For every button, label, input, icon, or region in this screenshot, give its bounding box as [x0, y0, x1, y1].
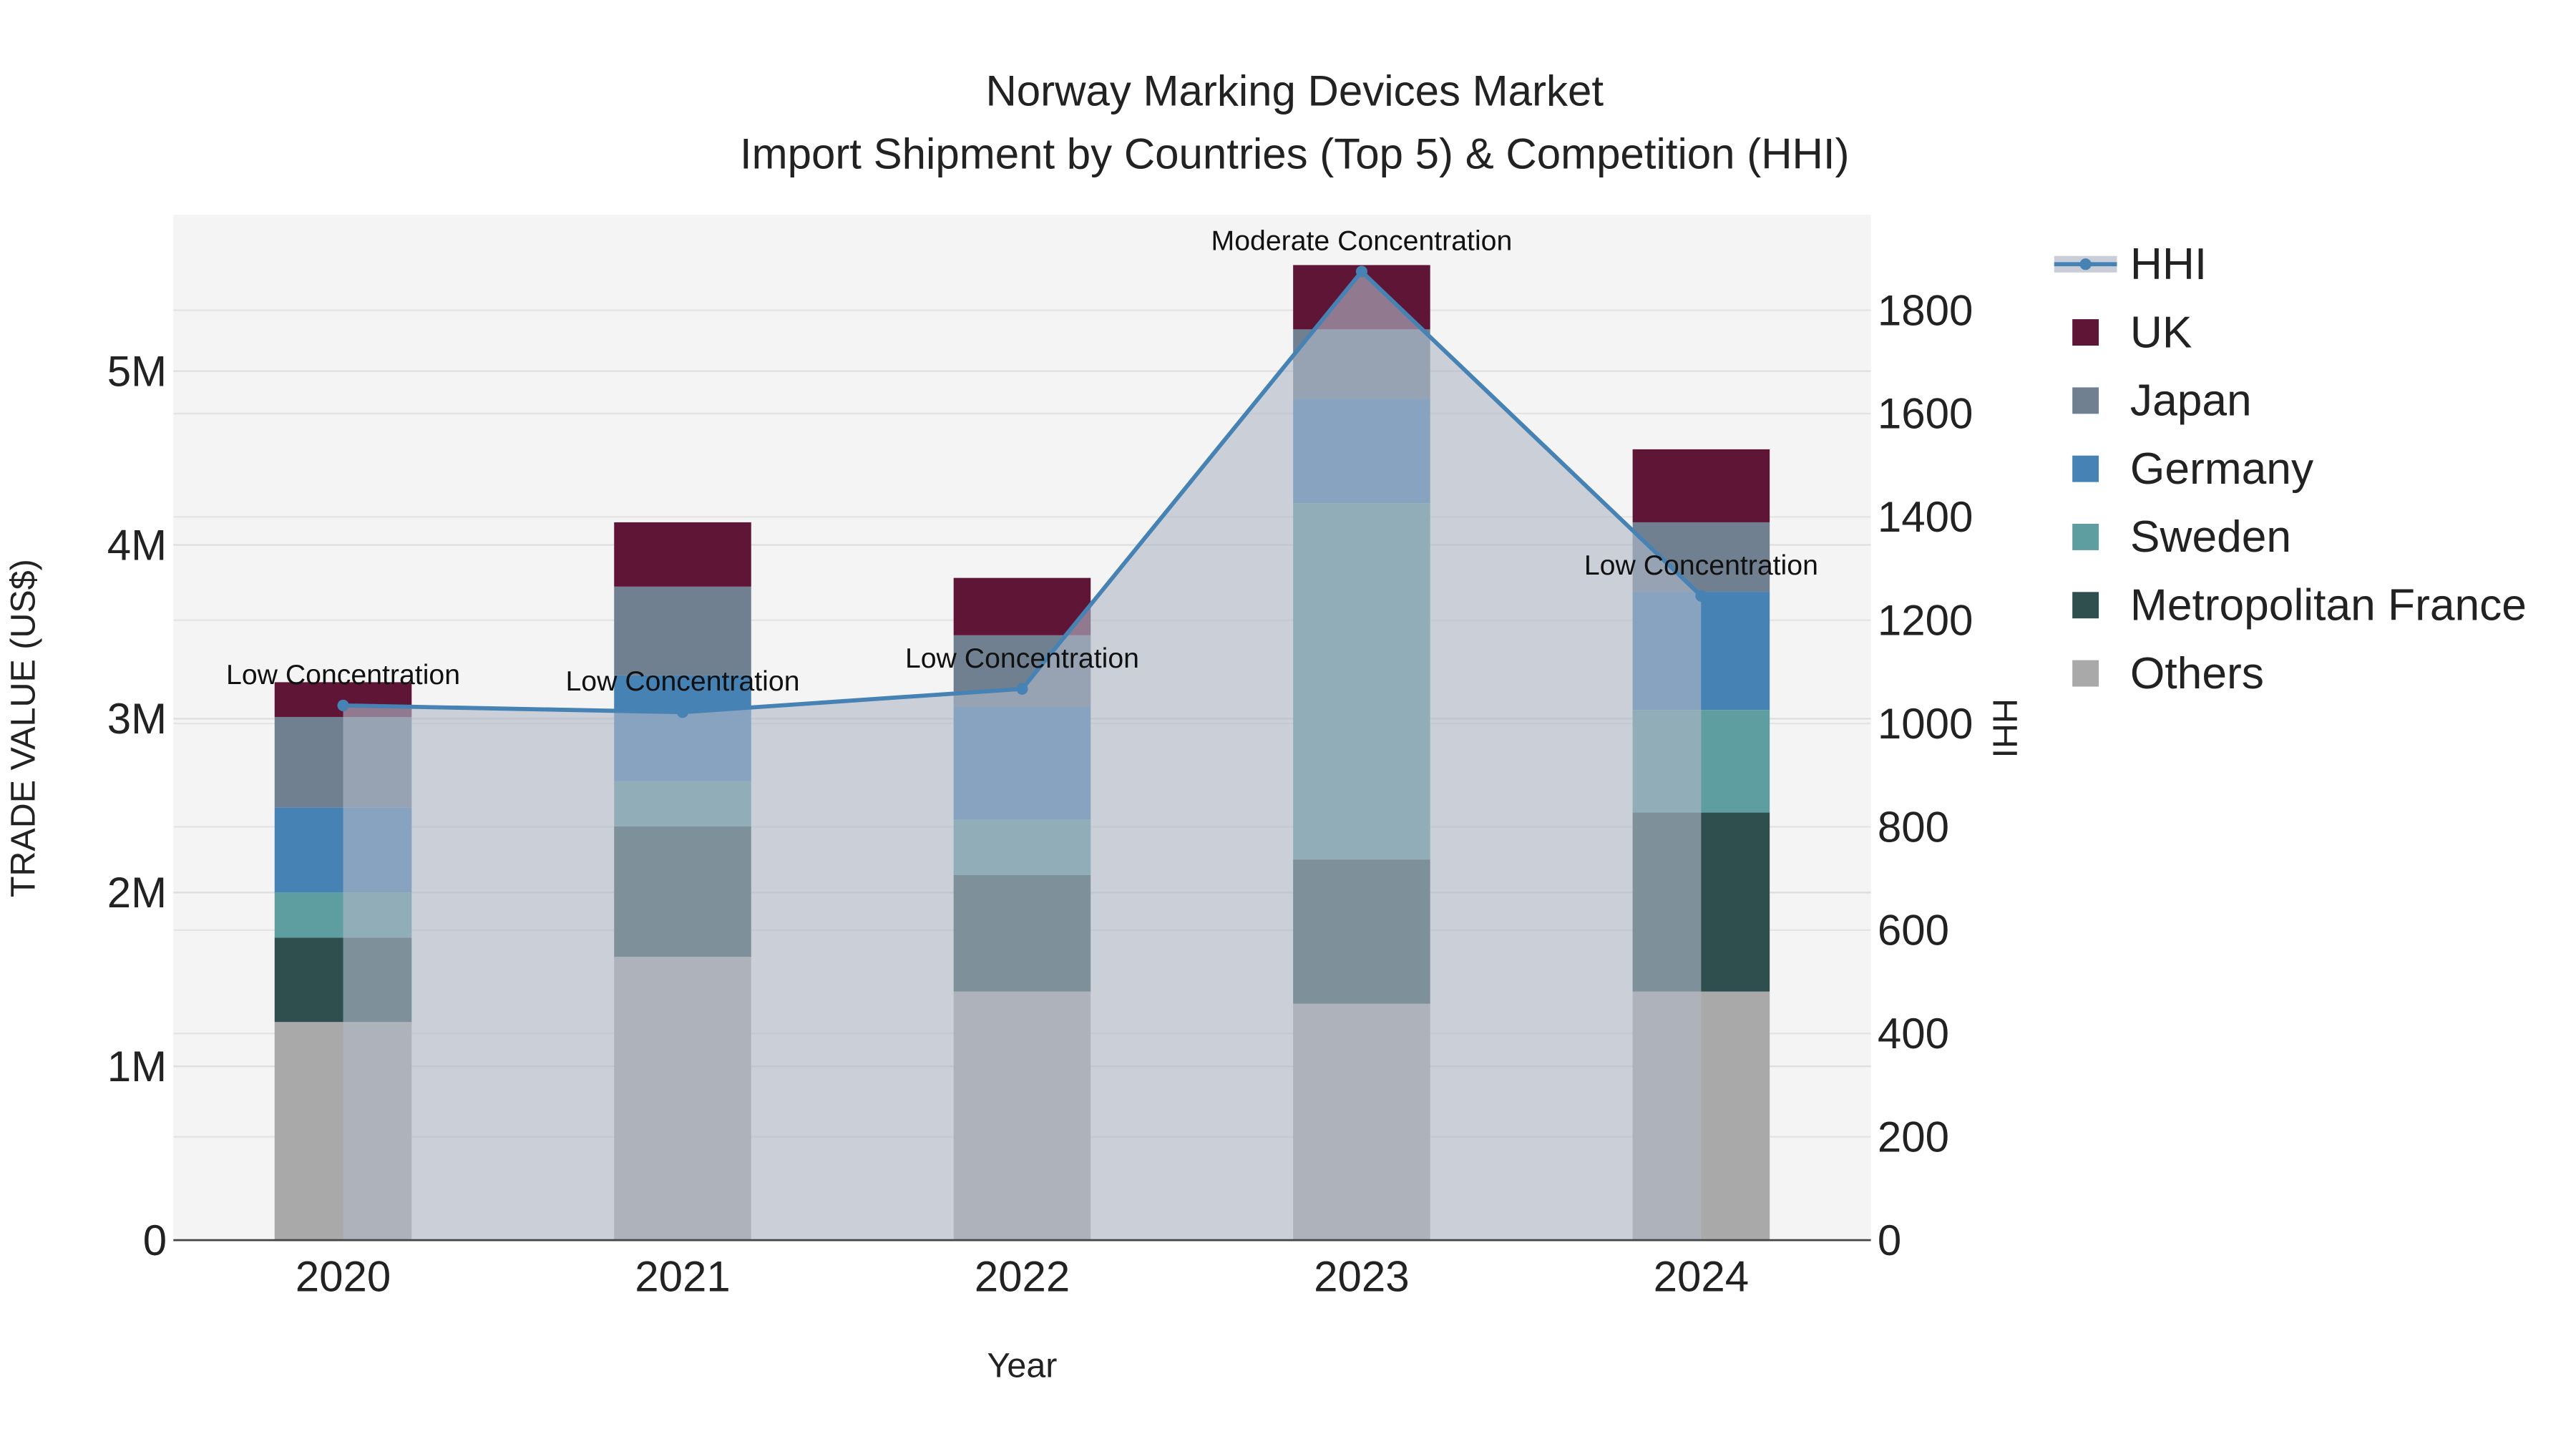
legend-swatch: [2072, 660, 2099, 687]
hhi-annotation: Low Concentration: [565, 665, 799, 697]
y2-tick-label: 1400: [1878, 493, 1973, 541]
y2-tick-label: 600: [1878, 907, 1949, 955]
hhi-point: [676, 706, 689, 718]
legend-label: Germany: [2130, 444, 2314, 494]
y2-tick-label: 200: [1878, 1113, 1949, 1161]
x-tick-label: 2024: [1654, 1253, 1749, 1301]
y2-axis-label: HHI: [1985, 698, 2024, 758]
x-tick-label: 2021: [635, 1253, 730, 1301]
bar-japan: [614, 586, 751, 675]
legend-hhi-marker: [2079, 258, 2092, 270]
legend-label: HHI: [2130, 240, 2207, 289]
legend-label: UK: [2130, 308, 2192, 357]
chart: Norway Marking Devices Market Import Shi…: [4, 67, 2527, 1385]
y2-tick-label: 1600: [1878, 390, 1973, 438]
y-axis-label: TRADE VALUE (US$): [4, 559, 42, 897]
bar-uk: [1632, 449, 1770, 522]
legend-label: Metropolitan France: [2130, 581, 2527, 630]
legend-swatch: [2072, 455, 2099, 482]
y-tick-label: 2M: [107, 869, 167, 917]
hhi-point: [337, 699, 349, 711]
y2-tick-label: 0: [1878, 1216, 1901, 1264]
y-tick-label: 3M: [107, 695, 167, 743]
legend-swatch: [2072, 592, 2099, 619]
y2-tick-label: 1200: [1878, 597, 1973, 645]
y-tick-label: 5M: [107, 347, 167, 395]
x-tick-label: 2020: [296, 1253, 391, 1301]
hhi-annotation: Low Concentration: [905, 643, 1139, 674]
legend-swatch: [2072, 387, 2099, 414]
y2-tick-label: 400: [1878, 1010, 1949, 1058]
bar-uk: [614, 522, 751, 587]
legend-swatch: [2072, 524, 2099, 550]
hhi-point: [1016, 683, 1028, 695]
y-tick-label: 1M: [107, 1043, 167, 1091]
hhi-annotation: Moderate Concentration: [1211, 225, 1513, 256]
hhi-point: [1695, 590, 1707, 602]
y-tick-label: 0: [143, 1216, 167, 1264]
x-tick-label: 2022: [975, 1253, 1070, 1301]
x-tick-label: 2023: [1314, 1253, 1409, 1301]
hhi-annotation: Low Concentration: [1584, 550, 1818, 581]
hhi-point: [1355, 265, 1367, 278]
y2-tick-label: 1000: [1878, 700, 1973, 748]
x-axis-label: Year: [987, 1347, 1058, 1385]
legend-label: Japan: [2130, 376, 2252, 426]
legend-swatch: [2072, 319, 2099, 346]
y2-tick-label: 1800: [1878, 286, 1973, 334]
legend-label: Sweden: [2130, 512, 2291, 562]
chart-title: Norway Marking Devices Market: [985, 67, 1604, 115]
y2-tick-label: 800: [1878, 803, 1949, 851]
chart-subtitle: Import Shipment by Countries (Top 5) & C…: [740, 130, 1850, 177]
hhi-annotation: Low Concentration: [226, 659, 460, 691]
y-tick-label: 4M: [107, 521, 167, 569]
legend-label: Others: [2130, 649, 2264, 698]
